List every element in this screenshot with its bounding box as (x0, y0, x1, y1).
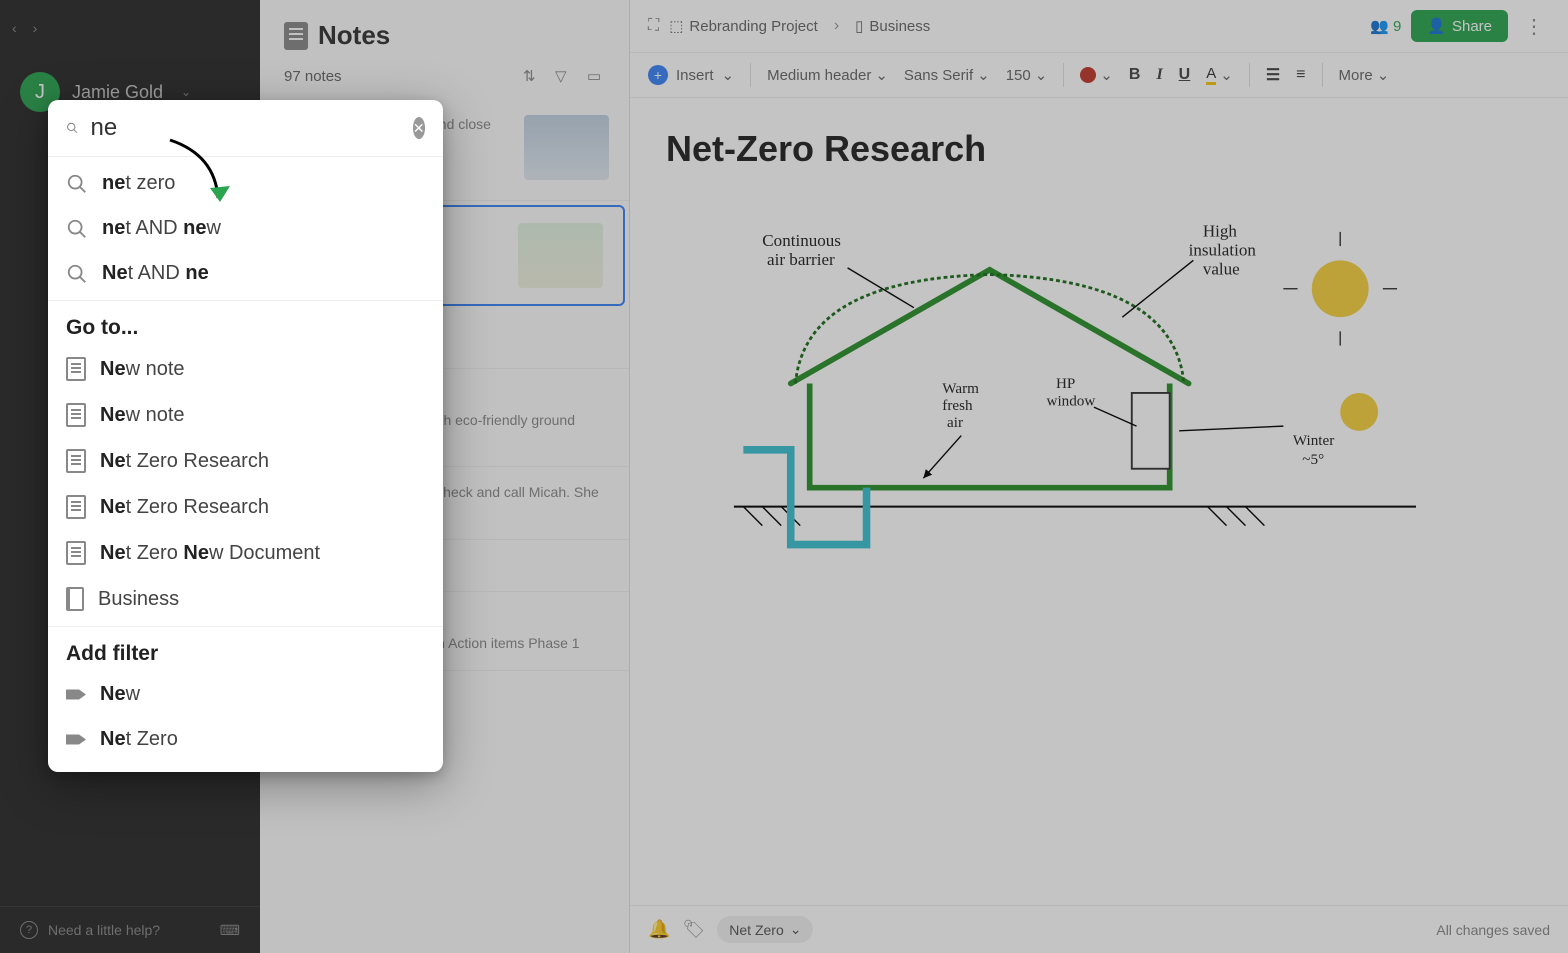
filter-icon[interactable]: ▽ (555, 67, 573, 85)
font-select[interactable]: Sans Serif ⌄ (904, 66, 990, 84)
keyboard-icon: ⌨ (220, 922, 240, 939)
svg-text:air barrier: air barrier (767, 250, 835, 269)
search-suggestion[interactable]: Net AND ne (48, 251, 443, 296)
goto-item[interactable]: New note (48, 392, 443, 438)
goto-text: Net Zero Research (100, 450, 269, 473)
search-suggestion[interactable]: net AND new (48, 206, 443, 251)
note-icon (66, 541, 86, 565)
svg-text:window: window (1047, 392, 1096, 409)
highlight-icon: A (1206, 65, 1216, 85)
share-button[interactable]: 👤 Share (1411, 10, 1508, 42)
goto-item[interactable]: Net Zero Research (48, 484, 443, 530)
plus-icon: + (648, 65, 668, 85)
svg-text:Winter: Winter (1293, 432, 1334, 449)
heading-select[interactable]: Medium header ⌄ (767, 66, 888, 84)
filter-text: New (100, 683, 140, 706)
clear-search-button[interactable]: ✕ (413, 117, 426, 139)
notes-icon (284, 22, 308, 50)
goto-item[interactable]: Net Zero Research (48, 438, 443, 484)
nav-forward-icon[interactable]: › (33, 20, 38, 36)
breadcrumb-project[interactable]: ⬚ Rebranding Project (669, 17, 818, 35)
reminder-icon[interactable]: 🔔 (648, 919, 670, 940)
note-thumbnail (524, 115, 609, 180)
note-icon (66, 449, 86, 473)
filter-heading: Add filter (48, 631, 443, 672)
svg-text:HP: HP (1056, 375, 1075, 392)
note-tag[interactable]: Net Zero ⌄ (717, 916, 813, 943)
chevron-down-icon: ⌄ (181, 85, 191, 99)
goto-item[interactable]: New note (48, 346, 443, 392)
search-suggestion[interactable]: net zero (48, 161, 443, 206)
suggestion-text: net AND new (102, 217, 221, 240)
suggestion-text: Net AND ne (102, 262, 209, 285)
filter-item[interactable]: New (48, 672, 443, 717)
view-icon[interactable]: ▭ (587, 67, 605, 85)
notes-title: Notes (318, 20, 390, 51)
note-title[interactable]: Net-Zero Research (666, 128, 1532, 170)
note-icon (66, 403, 86, 427)
search-icon (66, 218, 88, 240)
svg-text:fresh: fresh (942, 397, 973, 414)
svg-text:High: High (1203, 222, 1238, 241)
tag-add-icon[interactable]: 🏷 (682, 919, 705, 940)
svg-text:Warm: Warm (942, 380, 979, 397)
svg-text:Continuous: Continuous (762, 231, 841, 250)
breadcrumb-separator: › (834, 17, 839, 35)
goto-text: Net Zero Research (100, 496, 269, 519)
expand-icon[interactable]: ⛶ (648, 17, 659, 35)
notes-count: 97 notes (284, 68, 523, 85)
goto-heading: Go to... (48, 305, 443, 346)
italic-button[interactable]: I (1156, 66, 1162, 84)
help-label: Need a little help? (48, 922, 160, 938)
filter-item[interactable]: Net Zero (48, 717, 443, 762)
member-count[interactable]: 👥 9 (1370, 17, 1401, 35)
goto-item[interactable]: Business (48, 576, 443, 622)
search-icon (66, 117, 79, 139)
nav-back-icon[interactable]: ‹ (12, 20, 17, 36)
help-icon: ? (20, 921, 38, 939)
suggestion-text: net zero (102, 172, 175, 195)
svg-text:air: air (947, 414, 963, 431)
svg-text:value: value (1203, 260, 1240, 279)
goto-item[interactable]: Net Zero New Document (48, 530, 443, 576)
svg-text:insulation: insulation (1189, 241, 1257, 260)
more-formatting[interactable]: More ⌄ (1339, 66, 1390, 84)
goto-text: Net Zero New Document (100, 542, 320, 565)
goto-text: New note (100, 358, 185, 381)
more-menu-icon[interactable]: ⋮ (1518, 14, 1550, 39)
bold-button[interactable]: B (1129, 66, 1141, 84)
bullet-list-button[interactable]: ☰ (1266, 65, 1280, 85)
note-icon (66, 357, 86, 381)
goto-text: Business (98, 588, 179, 611)
search-input[interactable] (91, 114, 401, 142)
filter-text: Net Zero (100, 728, 178, 751)
highlight-select[interactable]: A ⌄ (1206, 65, 1233, 85)
note-thumbnail (518, 223, 603, 288)
svg-text:~5°: ~5° (1302, 451, 1324, 468)
help-link[interactable]: ? Need a little help? ⌨ (0, 906, 260, 953)
notebook-icon (66, 587, 84, 611)
save-status: All changes saved (1436, 922, 1550, 938)
goto-text: New note (100, 404, 185, 427)
underline-button[interactable]: U (1179, 66, 1191, 84)
note-icon (66, 495, 86, 519)
search-icon (66, 173, 88, 195)
sort-icon[interactable]: ⇅ (523, 67, 541, 85)
text-color-select[interactable]: ⌄ (1080, 66, 1113, 84)
search-icon (66, 263, 88, 285)
insert-button[interactable]: +Insert ⌄ (648, 65, 734, 85)
color-swatch-icon (1080, 67, 1096, 83)
search-popup: ✕ net zero net AND new Net AND ne Go to.… (48, 100, 443, 772)
breadcrumb-notebook[interactable]: ▯ Business (855, 17, 930, 35)
numbered-list-button[interactable]: ≡ (1296, 66, 1305, 84)
note-sketch-image: Continuous air barrier High insulation v… (666, 194, 1446, 554)
tag-icon (66, 730, 86, 750)
font-size-select[interactable]: 150 ⌄ (1006, 66, 1048, 84)
tag-icon (66, 685, 86, 705)
